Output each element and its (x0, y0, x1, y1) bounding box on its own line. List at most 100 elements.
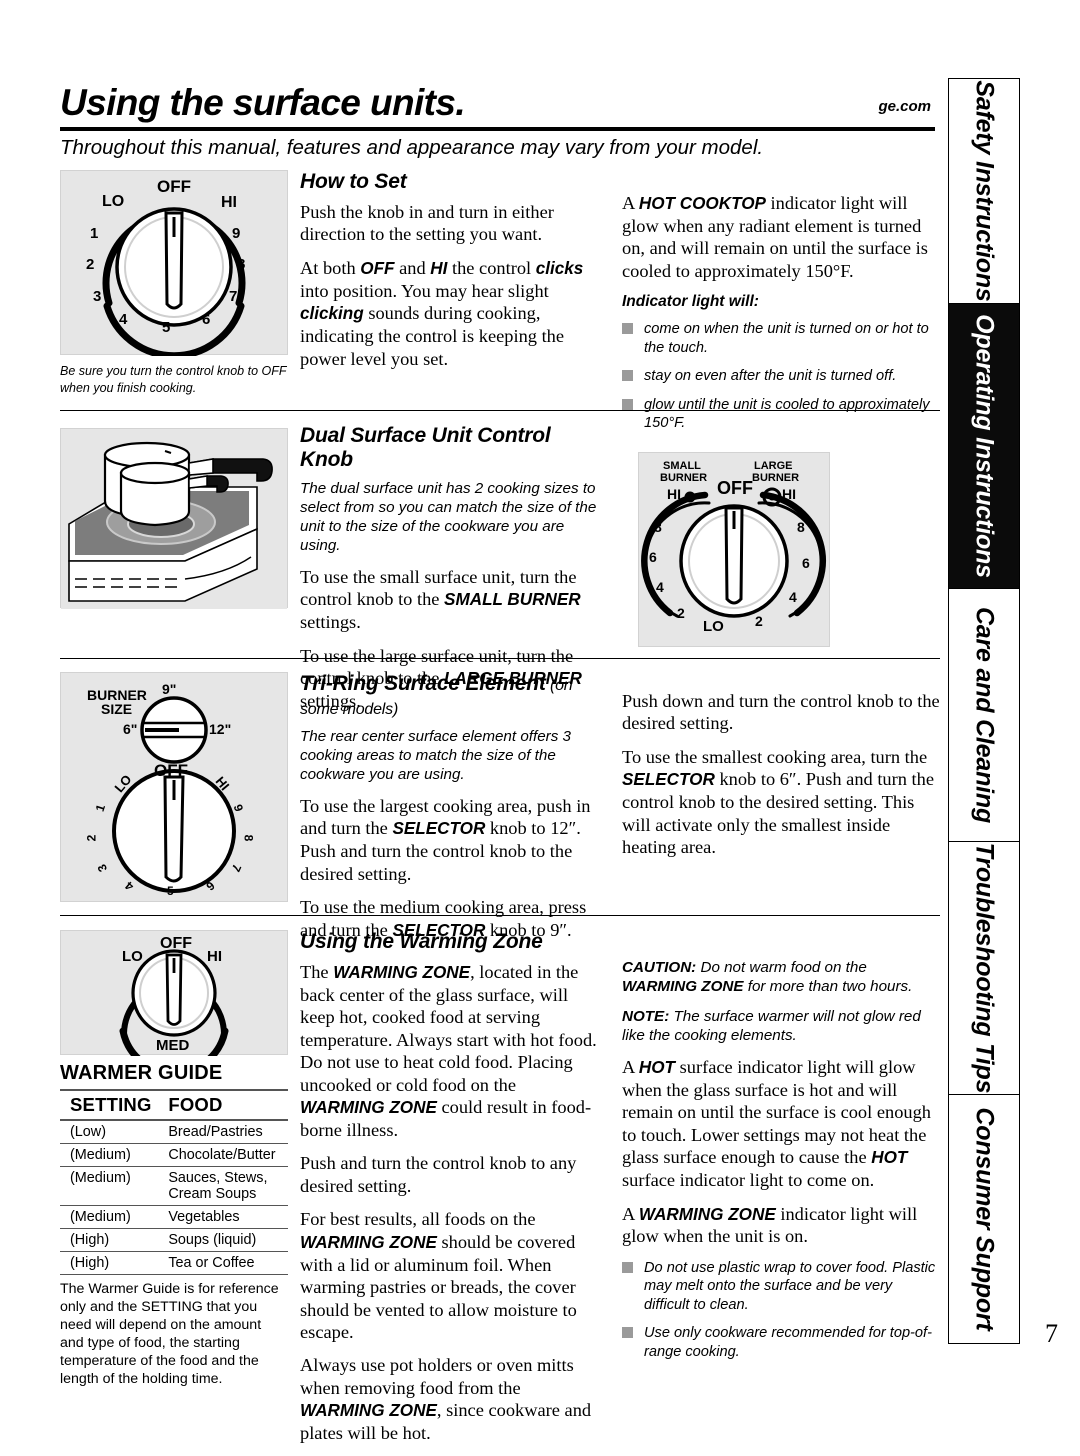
dual-surface-heading: Dual Surface Unit Control Knob (300, 424, 551, 471)
table-header-row: SETTING FOOD (60, 1089, 288, 1121)
t: surface indicator light to come on. (622, 1170, 875, 1191)
dual-control-knob-diagram: SMALL BURNER LARGE BURNER OFF HI HI 8 6 … (638, 452, 830, 647)
sidebar-tab-troubleshooting-tips[interactable]: Troubleshooting Tips (948, 841, 1020, 1094)
label-warming-zone: WARMING ZONE (638, 1204, 776, 1224)
list-item: come on when the unit is turned on or ho… (622, 320, 940, 357)
tri-ring-right: Push down and turn the control knob to t… (622, 690, 940, 870)
tri-knob-number-5: 5 (167, 884, 174, 898)
tri-ring-text: Tri-Ring Surface Element (on some models… (300, 672, 605, 953)
tri-knob-label-hi: HI (212, 773, 233, 794)
emph-clicks: clicks (535, 258, 584, 278)
cell-food: Vegetables (160, 1205, 288, 1229)
cooktop-illustration-figure (60, 428, 288, 609)
hot-surface-paragraph: A HOT surface indicator light will glow … (622, 1056, 940, 1192)
cell-setting: (Low) (60, 1120, 161, 1144)
label-warming-zone: WARMING ZONE (300, 1401, 437, 1421)
tri-ring-p1: The rear center surface element offers 3… (300, 728, 571, 783)
dual-surface-p2: To use the small surface unit, turn the … (300, 566, 605, 634)
how-to-set-heading: How to Set (300, 170, 407, 193)
sidebar-tab-safety-instructions[interactable]: Safety Instructions (948, 78, 1020, 303)
dual-knob-left-2: 2 (677, 605, 685, 621)
label-small-burner-line2: BURNER (660, 472, 708, 484)
label-warming-zone: WARMING ZONE (333, 963, 471, 982)
knob-number-9: 9 (232, 225, 241, 242)
label-small-burner: SMALL BURNER (444, 590, 581, 610)
t: Do not warm food on the (696, 959, 867, 976)
how-to-set-right: A HOT COOKTOP indicator light will glow … (622, 192, 940, 443)
warmer-guide: WARMER GUIDE SETTING FOOD (Low) Bread/Pa… (60, 1062, 288, 1388)
label-small-burner-line1: SMALL (663, 460, 701, 472)
warmer-knob-hi: HI (207, 948, 222, 965)
note-text: NOTE: The surface warmer will not glow r… (622, 1007, 940, 1045)
sidebar-tab-label: Troubleshooting Tips (970, 842, 999, 1094)
dual-knob-left-6: 6 (649, 549, 657, 565)
warming-zone-p4: Always use pot holders or oven mitts whe… (300, 1354, 605, 1444)
label-hi: HI (430, 258, 448, 278)
caution-note: CAUTION: Do not warm food on the WARMING… (622, 958, 940, 996)
tri-ring-heading: Tri-Ring Surface Element (on some models… (300, 672, 605, 720)
label-warming-zone: WARMING ZONE (622, 978, 744, 995)
dual-knob-label-lo: LO (703, 618, 724, 635)
sidebar-tab-care-and-cleaning[interactable]: Care and Cleaning (948, 588, 1020, 841)
warming-zone-text: Using the Warming Zone The WARMING ZONE,… (300, 930, 605, 1456)
warming-zone-figure: OFF LO HI MED (60, 930, 288, 1077)
selector-size-6: 6" (123, 721, 138, 737)
burner-size-selector-diagram: BURNER SIZE 9" 6" 12" OFF LO HI 1 2 3 4 … (60, 672, 288, 902)
label-off: OFF (360, 258, 395, 278)
cell-setting: (High) (60, 1251, 161, 1275)
list-item: Use only cookware recommended for top-of… (622, 1324, 940, 1361)
selector-size-9: 9" (162, 681, 177, 697)
how-to-set-p2: At both OFF and HI the control clicks in… (300, 257, 605, 370)
t: settings. (300, 612, 361, 633)
t: To use the smallest cooking area, turn t… (622, 746, 928, 767)
cell-setting: (High) (60, 1228, 161, 1252)
how-to-set-figure: OFF LO HI 1 2 3 4 5 6 7 8 9 Be sure you … (60, 170, 288, 396)
label-selector: SELECTOR (622, 770, 715, 790)
label-large-burner-line1: LARGE (754, 460, 793, 472)
label-burner-size-line2: SIZE (101, 701, 133, 717)
sidebar-tab-label: Care and Cleaning (970, 606, 999, 824)
list-item: stay on even after the unit is turned of… (622, 367, 940, 386)
warmer-guide-table: SETTING FOOD (Low) Bread/Pastries (Mediu… (60, 1089, 288, 1275)
dual-knob-right-4: 4 (789, 589, 797, 605)
cell-food: Chocolate/Butter (160, 1143, 288, 1167)
cooktop-svg (61, 429, 287, 609)
tri-ring-r2: To use the smallest cooking area, turn t… (622, 746, 940, 859)
knob-label-hi: HI (221, 194, 237, 211)
table-row: (Medium) Vegetables (60, 1205, 288, 1229)
t: A (622, 193, 639, 213)
dual-knob-figure: SMALL BURNER LARGE BURNER OFF HI HI 8 6 … (638, 452, 830, 647)
cell-setting: (Medium) (60, 1166, 161, 1206)
tri-ring-figure: BURNER SIZE 9" 6" 12" OFF LO HI 1 2 3 4 … (60, 672, 288, 902)
tri-knob-number-8: 8 (241, 834, 256, 842)
label-large-burner-line2: BURNER (752, 472, 800, 484)
t: A (622, 1057, 639, 1077)
sidebar-tab-operating-instructions[interactable]: Operating Instructions (948, 303, 1020, 588)
label-hot: HOT (871, 1148, 908, 1168)
label-hot: HOT (638, 1058, 675, 1077)
warmer-guide-title: WARMER GUIDE (60, 1062, 223, 1084)
warmer-control-knob-diagram: OFF LO HI MED (60, 930, 288, 1077)
tri-knob-number-1: 1 (92, 802, 109, 814)
how-to-set-p1: Push the knob in and turn in either dire… (300, 202, 554, 245)
cell-setting: (Medium) (60, 1205, 161, 1229)
t: into position. You may hear slight (300, 280, 549, 301)
knob-number-5: 5 (162, 319, 171, 336)
tri-knob-number-6: 6 (203, 878, 218, 894)
label-hot-cooktop: HOT COOKTOP (638, 194, 766, 213)
tri-knob-number-3: 3 (94, 862, 111, 874)
cell-food: Tea or Coffee (160, 1251, 288, 1275)
page-subtitle: Throughout this manual, features and app… (60, 136, 764, 159)
dual-knob-hi-left: HI (667, 486, 681, 502)
warmer-guide-note: The Warmer Guide is for reference only a… (60, 1281, 279, 1388)
dual-knob-right-8: 8 (797, 519, 805, 535)
dual-knob-left-8: 8 (654, 519, 662, 535)
knob-number-6: 6 (202, 311, 211, 328)
sidebar-tab-consumer-support[interactable]: Consumer Support (948, 1094, 1020, 1344)
tri-knob-number-9: 9 (230, 802, 247, 814)
dual-knob-hi-right: HI (782, 486, 796, 502)
knob-number-8: 8 (237, 256, 246, 273)
table-row: (High) Tea or Coffee (60, 1251, 288, 1275)
warming-zone-heading: Using the Warming Zone (300, 930, 543, 953)
tri-ring-r1: Push down and turn the control knob to t… (622, 691, 940, 734)
